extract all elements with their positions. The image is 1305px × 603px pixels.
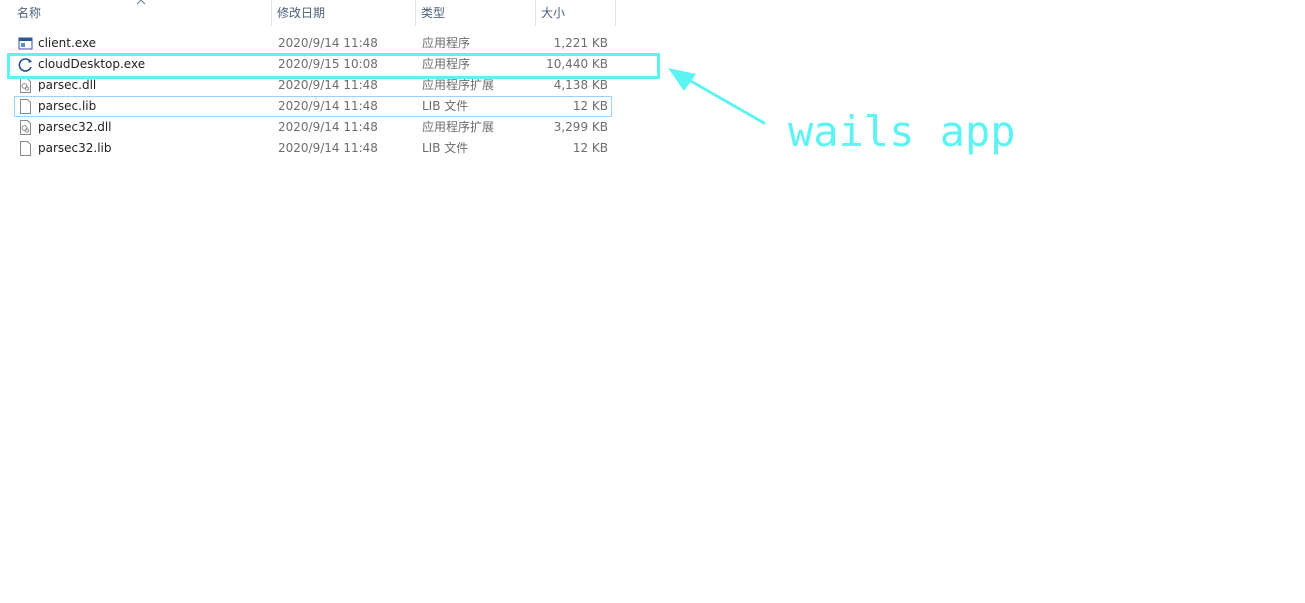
file-date-modified: 2020/9/14 11:48 — [278, 36, 378, 50]
file-size: 12 KB — [572, 99, 608, 113]
file-name: parsec32.dll — [38, 120, 112, 134]
file-type: LIB 文件 — [422, 99, 469, 113]
file-date-modified: 2020/9/14 11:48 — [278, 120, 378, 134]
file-size: 1,221 KB — [553, 36, 608, 50]
dll-file-icon — [20, 120, 31, 135]
column-header-type[interactable]: 类型 — [416, 0, 535, 26]
column-header-date-modified[interactable]: 修改日期 — [272, 0, 415, 26]
column-header: 名称 修改日期 类型 大小 — [0, 0, 616, 26]
sort-ascending-icon — [136, 0, 146, 5]
file-type: LIB 文件 — [422, 141, 469, 155]
annotation-label: wails app — [788, 107, 1016, 156]
file-row[interactable]: parsec32.lib 2020/9/14 11:48 LIB 文件 12 K… — [14, 138, 612, 159]
blank-file-icon — [20, 99, 31, 114]
file-name: client.exe — [38, 36, 97, 50]
file-size: 12 KB — [572, 141, 608, 155]
file-row[interactable]: parsec.lib 2020/9/14 11:48 LIB 文件 12 KB — [14, 96, 612, 117]
app-window-icon — [18, 37, 33, 50]
dll-file-icon — [20, 78, 31, 93]
file-name: parsec32.lib — [38, 141, 112, 155]
annotation-arrow-icon — [668, 68, 766, 125]
file-row[interactable]: parsec32.dll 2020/9/14 11:48 应用程序扩展 3,29… — [14, 117, 612, 138]
column-header-size[interactable]: 大小 — [536, 0, 616, 26]
column-divider[interactable] — [615, 0, 616, 26]
blank-file-icon — [20, 141, 31, 156]
file-type: 应用程序扩展 — [422, 120, 495, 134]
file-size: 3,299 KB — [553, 120, 608, 134]
annotation-highlight-box — [7, 53, 660, 79]
file-name: parsec.lib — [38, 99, 97, 113]
file-date-modified: 2020/9/14 11:48 — [278, 141, 378, 155]
file-row[interactable]: client.exe 2020/9/14 11:48 应用程序 1,221 KB — [14, 33, 612, 54]
file-type: 应用程序 — [422, 36, 471, 50]
file-date-modified: 2020/9/14 11:48 — [278, 99, 378, 113]
